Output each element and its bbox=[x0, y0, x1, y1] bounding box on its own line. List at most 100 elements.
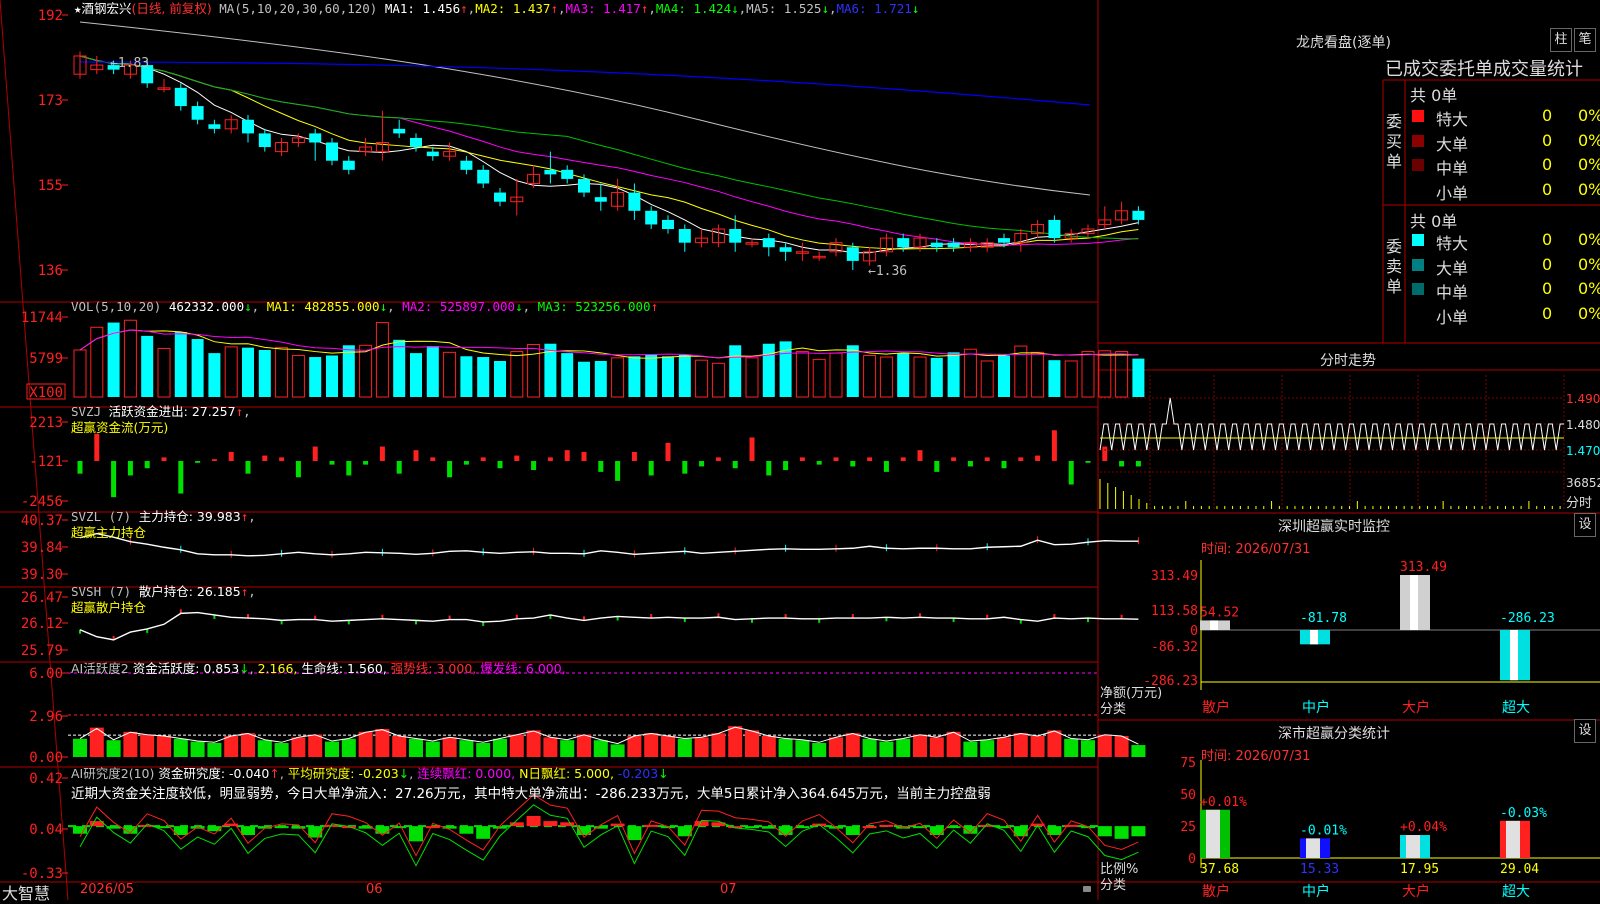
sz-settings-button[interactable]: 设 bbox=[1574, 513, 1596, 537]
research-curve-red bbox=[79, 794, 1139, 857]
candle-body bbox=[628, 192, 641, 211]
svsh-header: SVSH (7) 散户持仓: 26.185↑, 超赢散户持仓 bbox=[71, 584, 256, 615]
stock-name[interactable]: 酒钢宏兴 bbox=[82, 1, 132, 16]
vol-axis-tick: 11744 bbox=[21, 310, 63, 326]
ma5-line bbox=[79, 55, 1139, 254]
ss-axis-tick: 0 bbox=[1188, 852, 1196, 867]
candle-body bbox=[645, 210, 658, 225]
period-label[interactable]: (日线, 前复权) bbox=[132, 1, 212, 16]
down-arrow-icon: ↓ bbox=[244, 299, 252, 314]
ss-stats-title: 深市超赢分类统计 bbox=[1278, 726, 1390, 742]
sz-category-label: 散户 bbox=[1202, 699, 1230, 716]
candle-body bbox=[678, 229, 691, 243]
order-row-name: 特大 bbox=[1436, 234, 1469, 253]
vol-ma1-value: MA1: 482855.000 bbox=[266, 299, 380, 314]
activity-bar bbox=[140, 734, 155, 757]
svsh-value: 散户持仓: 26.185 bbox=[138, 584, 241, 599]
fund-flow-bar bbox=[262, 455, 268, 461]
volume-bar bbox=[897, 353, 910, 397]
volume-bar bbox=[729, 345, 742, 397]
low-annotation: ←1.36 bbox=[868, 264, 907, 279]
activity-bar bbox=[1081, 740, 1095, 757]
up-arrow-icon: ↑ bbox=[460, 1, 468, 16]
activity-bar bbox=[795, 740, 810, 757]
fund-flow-bar bbox=[816, 461, 822, 465]
research-bar bbox=[644, 824, 659, 827]
volume-bar bbox=[645, 354, 658, 397]
intraday-price-low: 1.470 bbox=[1566, 444, 1600, 458]
ai2-axis-tick: 0.42 bbox=[29, 771, 63, 787]
activity-bar bbox=[392, 736, 407, 757]
ma30-line bbox=[79, 55, 1139, 240]
ai-label: AI活跃度2 bbox=[71, 661, 129, 676]
volume-bar bbox=[410, 353, 422, 397]
volume-bar bbox=[913, 356, 927, 398]
brand-logo[interactable]: 大智慧 bbox=[2, 880, 50, 904]
volume-bar bbox=[1031, 351, 1045, 398]
order-row-name: 大单 bbox=[1436, 258, 1469, 278]
sz-bar-highlight bbox=[1310, 630, 1318, 645]
candle-body bbox=[729, 229, 742, 243]
vol-axis-tick: 5799 bbox=[29, 351, 63, 367]
fund-flow-bar bbox=[178, 461, 184, 494]
date-label-jun: 06 bbox=[366, 882, 383, 897]
research-bar bbox=[375, 826, 390, 834]
fund-flow-bar bbox=[161, 457, 167, 461]
sz-time: 时间: 2026/07/31 bbox=[1201, 542, 1311, 557]
sz-bar-value: 54.52 bbox=[1200, 605, 1239, 620]
fund-flow-bar bbox=[195, 461, 201, 463]
fund-flow-bar bbox=[1051, 430, 1057, 461]
down-arrow-icon: ↓ bbox=[398, 766, 410, 781]
volume-bar bbox=[359, 344, 373, 398]
volume-bar bbox=[174, 331, 187, 397]
activity-bar bbox=[190, 741, 205, 757]
down-arrow-icon: ↓ bbox=[239, 661, 250, 676]
fund-flow-bar bbox=[581, 451, 587, 461]
lifeline-value: 生命线: 1.560, bbox=[301, 661, 387, 676]
order-row-name: 大单 bbox=[1436, 134, 1469, 154]
volume-bar bbox=[443, 351, 457, 398]
svzl-label: SVZL (7) bbox=[71, 509, 132, 524]
order-color-swatch bbox=[1412, 159, 1424, 171]
volume-bar bbox=[375, 322, 389, 398]
ma3-value: MA3: 1.417 bbox=[565, 1, 641, 16]
chart-canvas[interactable]: 192173155136←1.83←1.36117445799X1002213-… bbox=[0, 0, 1600, 900]
sz-category-label: 中户 bbox=[1302, 699, 1330, 716]
activity-bar bbox=[812, 743, 827, 757]
svzl-axis-tick: 39.84 bbox=[21, 540, 63, 556]
activity-bar bbox=[627, 736, 642, 757]
volume-bar bbox=[309, 357, 322, 397]
candle-body bbox=[342, 160, 355, 170]
up-arrow-icon: ↑ bbox=[550, 1, 558, 16]
tick-view-button[interactable]: 笔 bbox=[1574, 28, 1596, 52]
bar-view-button[interactable]: 柱 bbox=[1550, 28, 1572, 52]
activity-bar bbox=[963, 741, 978, 757]
ss-pct-label: -0.01% bbox=[1300, 823, 1347, 838]
svzj-axis-tick: -121 bbox=[29, 454, 63, 470]
sz-bar-highlight bbox=[1410, 575, 1418, 630]
sz-bar-highlight bbox=[1510, 630, 1518, 681]
ss-axis-tick: 75 bbox=[1180, 756, 1196, 771]
fund-flow-bar bbox=[799, 457, 805, 461]
activity-bar bbox=[442, 737, 457, 757]
svzj-axis-tick: -2456 bbox=[21, 494, 63, 510]
research-bar bbox=[879, 824, 894, 827]
volume-bar bbox=[947, 352, 960, 397]
lock-icon[interactable] bbox=[1083, 886, 1091, 892]
ss-settings-button[interactable]: 设 bbox=[1574, 719, 1596, 743]
volume-bar bbox=[510, 351, 524, 398]
activity-bar bbox=[341, 738, 356, 757]
sz-xlabel: 分类 bbox=[1100, 702, 1127, 717]
activity-bar bbox=[1114, 736, 1129, 757]
activity-bar bbox=[879, 741, 894, 757]
fund-flow-bar bbox=[329, 461, 335, 465]
activity-bar bbox=[577, 734, 591, 757]
buy-total: 共 0单 bbox=[1410, 86, 1458, 105]
candle-body bbox=[930, 242, 943, 248]
ai2-extra-value: -0.203 bbox=[617, 766, 659, 781]
order-color-swatch bbox=[1412, 258, 1424, 271]
favorite-star-icon[interactable]: ★ bbox=[74, 1, 82, 16]
ma20-line bbox=[79, 55, 1139, 246]
fund-flow-bar bbox=[463, 461, 469, 465]
fund-flow-bar bbox=[1085, 461, 1091, 463]
